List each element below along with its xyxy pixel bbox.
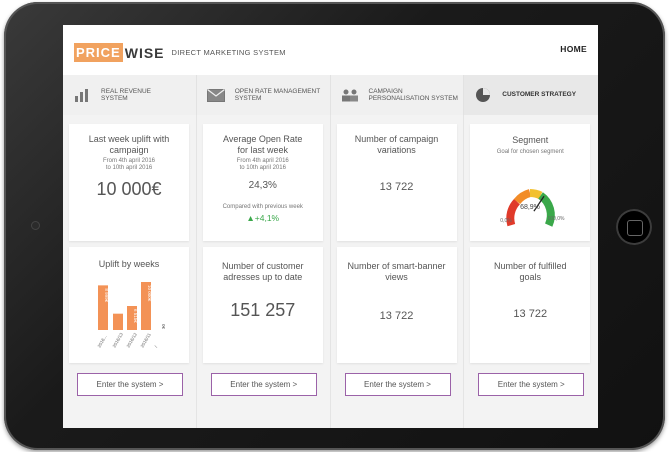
users-icon [340, 87, 360, 103]
card-title-line1: Average Open Rate [223, 134, 303, 144]
date-to: to 10th april 2016 [105, 165, 153, 171]
card-title-line1: Number of fulfilled [493, 261, 567, 271]
uplift-value: 10 000€ [96, 179, 162, 199]
pie-chart-icon [473, 87, 493, 103]
campaign-variations-card: Number of campaign variations 13 722 [336, 124, 457, 241]
open-rate-value: 24,3% [248, 180, 277, 191]
fulfilled-goals-card: Number of fulfilled goals 13 722 [470, 247, 591, 363]
segment-card: Segment Goal for chosen segment 68,9% 0,… [470, 124, 591, 241]
logo-subtitle: DIRECT MARKETING SYSTEM [171, 48, 286, 57]
date-to: to 10th april 2016 [239, 165, 286, 171]
camera-dot [31, 221, 40, 230]
logo-wise: WISE [124, 44, 165, 61]
card-title-line2: goals [519, 272, 541, 282]
column-campaign-personalisation: Number of campaign variations 13 722 Num… [331, 115, 465, 428]
uplift-data-label: 0€ [161, 324, 166, 330]
tab-label-line1: CAMPAIGN [368, 87, 403, 95]
smart-banner-views-value: 13 722 [379, 310, 414, 322]
system-tabs: REAL REVENUE SYSTEM OPEN RATE MANAGEMENT… [63, 75, 598, 115]
dashboard-columns: Last week uplift with campaign From 4th … [63, 115, 598, 428]
gauge-segment-orange [514, 189, 532, 205]
top-bar: PRICE WISE DIRECT MARKETING SYSTEM HOME [63, 25, 598, 75]
uplift-category-label: 2016... [97, 334, 108, 348]
tab-label-line2: PERSONALISATION SYSTEM [368, 95, 458, 102]
column-customer-strategy: Segment Goal for chosen segment 68,9% 0,… [464, 115, 598, 428]
card-title-line1: Number of smart-banner [347, 261, 446, 271]
uplift-by-weeks-card: Uplift by weeks 8 999€ 2016... 2016/13 6 51… [69, 247, 189, 363]
enter-system-button[interactable]: Enter the system > [77, 373, 183, 396]
card-title-line2: variations [377, 145, 416, 155]
uplift-category-label: 2016/11 [140, 332, 153, 349]
logo: PRICE WISE DIRECT MARKETING SYSTEM [74, 43, 286, 62]
card-title-line1: Number of customer [221, 261, 304, 271]
average-open-rate-card: Average Open Rate for last week From 4th… [202, 124, 323, 241]
uplift-bar [113, 313, 123, 330]
fulfilled-goals-value: 13 722 [513, 308, 548, 320]
card-title-line2: for last week [237, 145, 289, 155]
enter-system-button[interactable]: Enter the system > [344, 373, 451, 396]
gauge-max-label: 100,0% [548, 216, 566, 222]
segment-goal-gauge: 68,9% 0,0% 100,0% [501, 189, 566, 227]
gauge-value-label: 68,9% [520, 204, 540, 211]
open-rate-change: ▲+4,1% [246, 213, 280, 223]
card-title-line1: Number of campaign [354, 134, 439, 144]
enter-system-button[interactable]: Enter the system > [478, 373, 585, 396]
bar-chart-icon [72, 87, 92, 103]
uplift-category-label: 2016/13 [112, 331, 125, 348]
tab-label-line1: OPEN RATE MANAGEMENT [234, 87, 321, 95]
card-title-line2: adresses up to date [223, 272, 303, 282]
logo-price: PRICE [74, 43, 123, 62]
gauge-min-label: 0,0% [501, 218, 513, 224]
customer-addresses-value: 151 257 [230, 300, 296, 320]
compared-label: Compared with previous week [222, 204, 303, 210]
card-title-line1: Last week uplift with [88, 134, 170, 144]
card-title-line2: campaign [109, 145, 149, 155]
envelope-icon [206, 87, 226, 103]
uplift-bar-chart: 8 999€ 2016... 2016/13 6 515€ 2016/12 10 000€… [97, 282, 166, 349]
card-title-line2: views [385, 272, 408, 282]
gauge-segment-yellow [530, 189, 543, 200]
tab-label-line2: SYSTEM [234, 95, 262, 102]
tab-real-revenue[interactable]: REAL REVENUE SYSTEM [63, 75, 197, 115]
smart-banner-views-card: Number of smart-banner views 13 722 [336, 247, 457, 363]
date-from: From 4th april 2016 [236, 158, 289, 164]
enter-system-button[interactable]: Enter the system > [210, 373, 317, 396]
tab-label-line1: REAL REVENUE [101, 87, 151, 95]
date-from: From 4th april 2016 [102, 158, 156, 164]
uplift-data-label: 8 999€ [104, 288, 109, 302]
uplift-category-label: / [154, 344, 159, 348]
column-open-rate: Average Open Rate for last week From 4th… [197, 115, 331, 428]
card-subtitle: Goal for chosen segment [496, 149, 564, 155]
uplift-data-label: 6 515€ [133, 309, 138, 323]
uplift-category-label: 2016/12 [126, 331, 139, 348]
tab-label-line2: SYSTEM [101, 95, 128, 102]
uplift-data-label: 10 000€ [147, 285, 152, 302]
app-screen: PRICE WISE DIRECT MARKETING SYSTEM HOME … [63, 25, 598, 428]
home-hardware-button[interactable] [616, 209, 652, 245]
tab-campaign-personalisation[interactable]: CAMPAIGN PERSONALISATION SYSTEM [330, 75, 465, 115]
home-link[interactable]: HOME [560, 44, 587, 54]
column-real-revenue: Last week uplift with campaign From 4th … [63, 115, 197, 428]
uplift-card: Last week uplift with campaign From 4th … [69, 124, 189, 241]
tab-open-rate[interactable]: OPEN RATE MANAGEMENT SYSTEM [196, 75, 331, 115]
campaign-variations-value: 13 722 [379, 181, 414, 193]
tab-customer-strategy[interactable]: CUSTOMER STRATEGY [464, 75, 598, 115]
tab-label-line1: CUSTOMER STRATEGY [502, 91, 577, 99]
card-title: Segment [512, 135, 549, 145]
customer-addresses-card: Number of customer adresses up to date 1… [202, 247, 323, 363]
